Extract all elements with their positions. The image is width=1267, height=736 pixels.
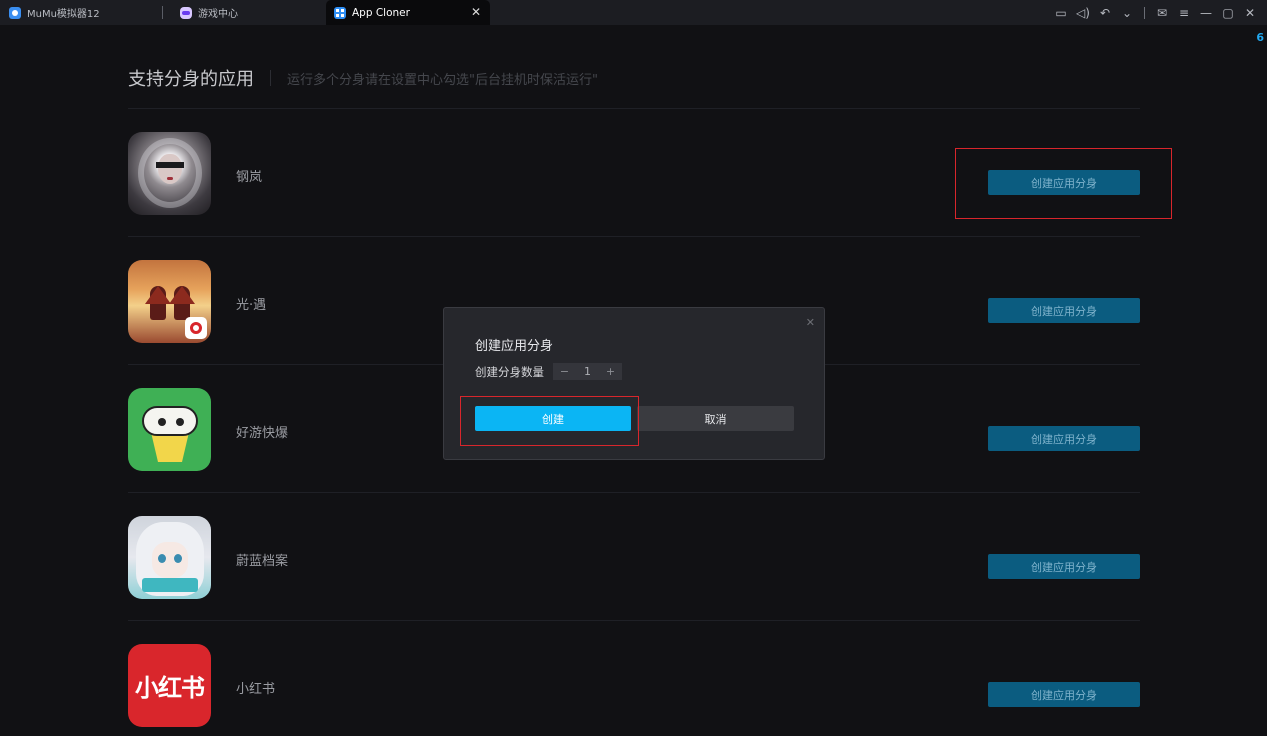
keyboard-icon[interactable]: ▭ [1050,0,1072,25]
create-clone-button[interactable]: 创建应用分身 [988,170,1140,195]
gamepad-icon [180,6,192,19]
row-divider [128,108,1140,109]
app-row-gangan: 钢岚 创建应用分身 [128,132,1140,216]
haoyou-app-icon [128,388,211,471]
volume-icon[interactable]: ◁) [1072,0,1094,25]
app-row-blue-archive: 蔚蓝档案 创建应用分身 [128,516,1140,600]
tab-label: 游戏中心 [198,9,238,20]
app-name: 蔚蓝档案 [236,554,289,569]
page-title: 支持分身的应用 [128,69,254,90]
mumu-logo-icon [9,6,21,19]
tab-label: MuMu模拟器12 [27,9,100,20]
minus-icon[interactable]: − [553,365,576,378]
app-cloner-icon [334,6,346,19]
instance-counter: 6 [1256,31,1264,44]
row-divider [128,236,1140,237]
window-controls: ▭ ◁) ↶ ⌄ ✉ ≡ — ▢ ✕ [1050,0,1261,25]
app-name: 好游快爆 [236,426,289,441]
create-clone-dialog: ✕ 创建应用分身 创建分身数量 − 1 + 创建 取消 [443,307,825,460]
tab-divider [162,6,163,19]
page-header: 支持分身的应用 运行多个分身请在设置中心勾选"后台挂机时保活运行" [128,65,598,91]
controls-divider [1144,6,1145,19]
plus-icon[interactable]: + [599,365,622,378]
clone-count-label: 创建分身数量 [475,365,544,379]
tab-close-icon[interactable]: ✕ [471,6,481,18]
title-bar: MuMu模拟器12 游戏中心 App Cloner ✕ ▭ ◁) ↶ ⌄ ✉ ≡… [0,0,1267,25]
create-clone-button[interactable]: 创建应用分身 [988,682,1140,707]
clone-count-value[interactable]: 1 [576,365,599,378]
row-divider [128,620,1140,621]
create-clone-button[interactable]: 创建应用分身 [988,298,1140,323]
back-icon[interactable]: ↶ [1094,0,1116,25]
mail-icon[interactable]: ✉ [1151,0,1173,25]
cancel-button[interactable]: 取消 [637,406,794,431]
close-icon[interactable]: ✕ [806,316,815,329]
dialog-title: 创建应用分身 [475,339,554,354]
gangan-app-icon [128,132,211,215]
xiaohongshu-logo-text: 小红书 [135,674,205,702]
page-hint: 运行多个分身请在设置中心勾选"后台挂机时保活运行" [287,72,598,88]
chevron-down-icon[interactable]: ⌄ [1116,0,1138,25]
header-divider [270,70,271,86]
app-name: 钢岚 [236,170,263,185]
minimize-icon[interactable]: — [1195,0,1217,25]
tab-game-center[interactable]: 游戏中心 [171,0,326,25]
app-name: 小红书 [236,682,276,697]
maximize-icon[interactable]: ▢ [1217,0,1239,25]
app-row-xiaohongshu: 小红书 小红书 创建应用分身 [128,644,1140,728]
xiaohongshu-app-icon: 小红书 [128,644,211,727]
create-clone-button[interactable]: 创建应用分身 [988,426,1140,451]
app-name: 光·遇 [236,298,267,313]
tab-label: App Cloner [352,6,410,19]
sky-app-icon [128,260,211,343]
close-icon[interactable]: ✕ [1239,0,1261,25]
create-clone-button[interactable]: 创建应用分身 [988,554,1140,579]
blue-archive-app-icon [128,516,211,599]
menu-icon[interactable]: ≡ [1173,0,1195,25]
row-divider [128,492,1140,493]
create-button[interactable]: 创建 [475,406,631,431]
tab-app-cloner[interactable]: App Cloner ✕ [326,0,490,25]
tab-mumu-emulator[interactable]: MuMu模拟器12 [0,0,160,25]
clone-count-stepper: − 1 + [553,363,622,380]
